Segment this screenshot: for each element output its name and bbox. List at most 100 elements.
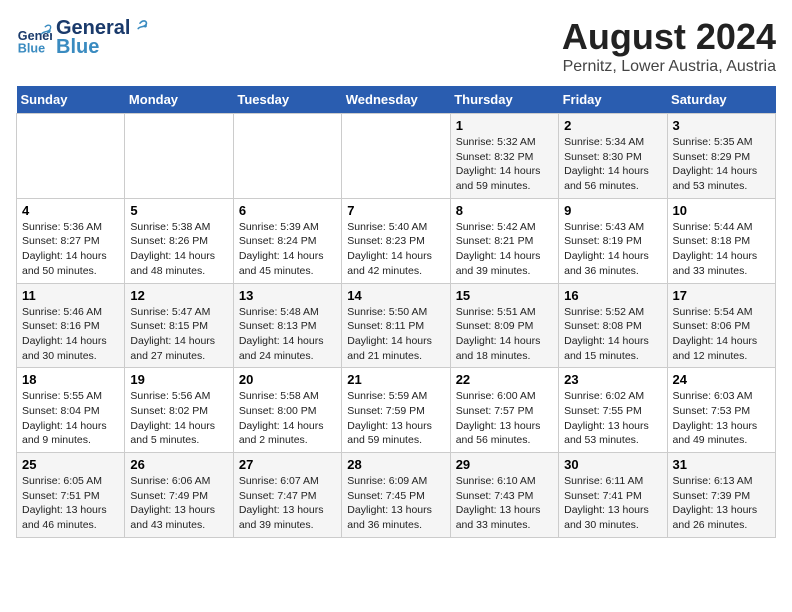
main-title: August 2024 (562, 16, 776, 58)
day-info: Sunrise: 6:03 AM Sunset: 7:53 PM Dayligh… (673, 389, 770, 448)
calendar-cell (125, 114, 233, 199)
logo-icon: General Blue (16, 20, 52, 56)
day-number: 28 (347, 457, 444, 472)
day-info: Sunrise: 6:09 AM Sunset: 7:45 PM Dayligh… (347, 474, 444, 533)
calendar-cell: 7 Sunrise: 5:40 AM Sunset: 8:23 PM Daylig… (342, 198, 450, 283)
calendar-cell: 17 Sunrise: 5:54 AM Sunset: 8:06 PM Dayli… (667, 283, 775, 368)
day-number: 10 (673, 203, 770, 218)
calendar-cell: 14Sunrise: 5:50 AM Sunset: 8:11 PM Dayli… (342, 283, 450, 368)
calendar-cell: 22Sunrise: 6:00 AM Sunset: 7:57 PM Dayli… (450, 368, 558, 453)
calendar-cell (233, 114, 341, 199)
subtitle: Pernitz, Lower Austria, Austria (562, 58, 776, 76)
day-info: Sunrise: 6:13 AM Sunset: 7:39 PM Dayligh… (673, 474, 770, 533)
day-number: 24 (673, 372, 770, 387)
day-info: Sunrise: 5:55 AM Sunset: 8:04 PM Dayligh… (22, 389, 119, 448)
day-header-monday: Monday (125, 86, 233, 114)
day-info: Sunrise: 5:40 AM Sunset: 8:23 PM Dayligh… (347, 220, 444, 279)
day-info: Sunrise: 6:02 AM Sunset: 7:55 PM Dayligh… (564, 389, 661, 448)
day-info: Sunrise: 5:48 AM Sunset: 8:13 PM Dayligh… (239, 305, 336, 364)
day-info: Sunrise: 6:11 AM Sunset: 7:41 PM Dayligh… (564, 474, 661, 533)
day-info: Sunrise: 5:44 AM Sunset: 8:18 PM Dayligh… (673, 220, 770, 279)
day-number: 26 (130, 457, 227, 472)
day-header-wednesday: Wednesday (342, 86, 450, 114)
day-info: Sunrise: 5:52 AM Sunset: 8:08 PM Dayligh… (564, 305, 661, 364)
logo: General Blue General Blue (16, 16, 150, 59)
day-number: 14 (347, 288, 444, 303)
day-info: Sunrise: 6:10 AM Sunset: 7:43 PM Dayligh… (456, 474, 553, 533)
calendar-cell: 29Sunrise: 6:10 AM Sunset: 7:43 PM Dayli… (450, 453, 558, 538)
day-number: 11 (22, 288, 119, 303)
day-info: Sunrise: 5:54 AM Sunset: 8:06 PM Dayligh… (673, 305, 770, 364)
calendar-cell: 1 Sunrise: 5:32 AM Sunset: 8:32 PM Daylig… (450, 114, 558, 199)
day-info: Sunrise: 6:07 AM Sunset: 7:47 PM Dayligh… (239, 474, 336, 533)
day-number: 30 (564, 457, 661, 472)
logo-text-block: General Blue (56, 16, 150, 59)
day-info: Sunrise: 5:58 AM Sunset: 8:00 PM Dayligh… (239, 389, 336, 448)
day-number: 1 (456, 118, 553, 133)
day-number: 23 (564, 372, 661, 387)
calendar-week-row: 25 Sunrise: 6:05 AM Sunset: 7:51 PM Dayli… (17, 453, 776, 538)
calendar-cell: 10 Sunrise: 5:44 AM Sunset: 8:18 PM Dayli… (667, 198, 775, 283)
calendar-cell: 6 Sunrise: 5:39 AM Sunset: 8:24 PM Daylig… (233, 198, 341, 283)
day-number: 19 (130, 372, 227, 387)
calendar-cell: 24 Sunrise: 6:03 AM Sunset: 7:53 PM Dayli… (667, 368, 775, 453)
day-info: Sunrise: 5:39 AM Sunset: 8:24 PM Dayligh… (239, 220, 336, 279)
day-info: Sunrise: 5:36 AM Sunset: 8:27 PM Dayligh… (22, 220, 119, 279)
day-header-friday: Friday (559, 86, 667, 114)
day-number: 18 (22, 372, 119, 387)
day-info: Sunrise: 6:05 AM Sunset: 7:51 PM Dayligh… (22, 474, 119, 533)
calendar-cell: 30 Sunrise: 6:11 AM Sunset: 7:41 PM Dayli… (559, 453, 667, 538)
calendar-cell: 25 Sunrise: 6:05 AM Sunset: 7:51 PM Dayli… (17, 453, 125, 538)
calendar-cell: 15Sunrise: 5:51 AM Sunset: 8:09 PM Dayli… (450, 283, 558, 368)
calendar-cell: 3Sunrise: 5:35 AM Sunset: 8:29 PM Daylig… (667, 114, 775, 199)
day-number: 31 (673, 457, 770, 472)
page-header: General Blue General Blue August 2024 Pe… (16, 16, 776, 76)
calendar-cell: 27Sunrise: 6:07 AM Sunset: 7:47 PM Dayli… (233, 453, 341, 538)
calendar-cell: 4 Sunrise: 5:36 AM Sunset: 8:27 PM Daylig… (17, 198, 125, 283)
day-number: 7 (347, 203, 444, 218)
day-info: Sunrise: 5:38 AM Sunset: 8:26 PM Dayligh… (130, 220, 227, 279)
calendar-cell (17, 114, 125, 199)
day-number: 17 (673, 288, 770, 303)
day-info: Sunrise: 5:59 AM Sunset: 7:59 PM Dayligh… (347, 389, 444, 448)
day-number: 5 (130, 203, 227, 218)
calendar-week-row: 1 Sunrise: 5:32 AM Sunset: 8:32 PM Daylig… (17, 114, 776, 199)
day-number: 4 (22, 203, 119, 218)
day-header-thursday: Thursday (450, 86, 558, 114)
title-block: August 2024 Pernitz, Lower Austria, Aust… (562, 16, 776, 76)
day-info: Sunrise: 5:34 AM Sunset: 8:30 PM Dayligh… (564, 135, 661, 194)
day-info: Sunrise: 6:00 AM Sunset: 7:57 PM Dayligh… (456, 389, 553, 448)
day-info: Sunrise: 5:32 AM Sunset: 8:32 PM Dayligh… (456, 135, 553, 194)
calendar-week-row: 18 Sunrise: 5:55 AM Sunset: 8:04 PM Dayli… (17, 368, 776, 453)
calendar-cell (342, 114, 450, 199)
day-number: 15 (456, 288, 553, 303)
day-number: 2 (564, 118, 661, 133)
day-number: 20 (239, 372, 336, 387)
calendar-cell: 16Sunrise: 5:52 AM Sunset: 8:08 PM Dayli… (559, 283, 667, 368)
calendar-cell: 2 Sunrise: 5:34 AM Sunset: 8:30 PM Daylig… (559, 114, 667, 199)
day-header-saturday: Saturday (667, 86, 775, 114)
bird-icon (131, 16, 149, 34)
day-number: 25 (22, 457, 119, 472)
day-number: 8 (456, 203, 553, 218)
calendar-cell: 26Sunrise: 6:06 AM Sunset: 7:49 PM Dayli… (125, 453, 233, 538)
day-number: 3 (673, 118, 770, 133)
day-header-tuesday: Tuesday (233, 86, 341, 114)
calendar-cell: 31 Sunrise: 6:13 AM Sunset: 7:39 PM Dayli… (667, 453, 775, 538)
day-number: 9 (564, 203, 661, 218)
calendar-week-row: 11 Sunrise: 5:46 AM Sunset: 8:16 PM Dayli… (17, 283, 776, 368)
calendar-cell: 5 Sunrise: 5:38 AM Sunset: 8:26 PM Daylig… (125, 198, 233, 283)
day-info: Sunrise: 5:46 AM Sunset: 8:16 PM Dayligh… (22, 305, 119, 364)
calendar-cell: 13Sunrise: 5:48 AM Sunset: 8:13 PM Dayli… (233, 283, 341, 368)
calendar-cell: 28 Sunrise: 6:09 AM Sunset: 7:45 PM Dayli… (342, 453, 450, 538)
calendar-cell: 9 Sunrise: 5:43 AM Sunset: 8:19 PM Daylig… (559, 198, 667, 283)
calendar-cell: 23 Sunrise: 6:02 AM Sunset: 7:55 PM Dayli… (559, 368, 667, 453)
day-number: 12 (130, 288, 227, 303)
calendar-cell: 8Sunrise: 5:42 AM Sunset: 8:21 PM Daylig… (450, 198, 558, 283)
calendar-table: SundayMondayTuesdayWednesdayThursdayFrid… (16, 86, 776, 538)
day-number: 6 (239, 203, 336, 218)
calendar-cell: 11 Sunrise: 5:46 AM Sunset: 8:16 PM Dayli… (17, 283, 125, 368)
calendar-week-row: 4 Sunrise: 5:36 AM Sunset: 8:27 PM Daylig… (17, 198, 776, 283)
calendar-header-row: SundayMondayTuesdayWednesdayThursdayFrid… (17, 86, 776, 114)
day-info: Sunrise: 5:43 AM Sunset: 8:19 PM Dayligh… (564, 220, 661, 279)
